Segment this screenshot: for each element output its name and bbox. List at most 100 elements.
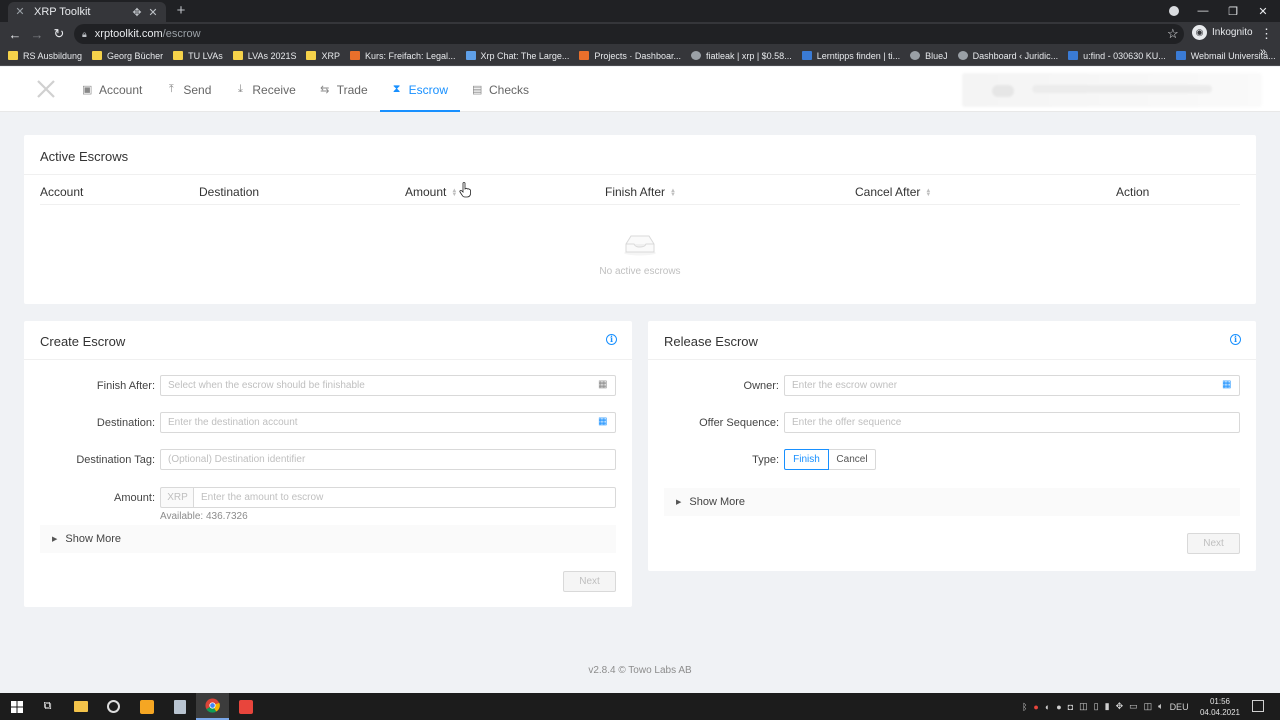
release-next-button[interactable]: Next	[1187, 533, 1240, 554]
browser-menu-icon[interactable]: ⋮	[1260, 26, 1273, 42]
bookmark-item[interactable]: TU LVAs	[173, 51, 223, 61]
nav-send[interactable]: ⤒ Send	[154, 67, 223, 112]
info-icon[interactable]: i	[606, 334, 617, 345]
nav-checks[interactable]: ▤ Checks	[460, 67, 541, 112]
tray-app-icon[interactable]: ◘	[1068, 702, 1073, 712]
empty-state-text: No active escrows	[599, 266, 681, 277]
xrp-toolkit-logo[interactable]	[36, 79, 56, 99]
taskbar-explorer[interactable]	[64, 693, 97, 720]
caret-right-icon: ▶	[676, 499, 682, 506]
minimize-icon[interactable]: —	[1188, 5, 1218, 17]
taskbar-app[interactable]	[229, 693, 262, 720]
bookmark-item[interactable]: Lerntipps finden | ti...	[801, 51, 900, 61]
type-finish-radio[interactable]: Finish	[784, 449, 829, 470]
column-finish-after[interactable]: Finish After ▲ ▼	[605, 185, 676, 199]
nav-receive[interactable]: ⤓ Receive	[223, 67, 307, 112]
forward-icon[interactable]: →	[26, 27, 48, 42]
caret-right-icon: ▶	[52, 536, 58, 543]
lock-icon[interactable]: 🔒︎	[82, 29, 87, 40]
site-icon	[1175, 51, 1186, 60]
column-amount[interactable]: Amount ▲ ▼	[405, 185, 457, 199]
bookmark-item[interactable]: Georg Bücher	[92, 51, 163, 61]
network-icon[interactable]: ◫	[1144, 701, 1153, 712]
microphone-icon[interactable]: ▮	[1105, 701, 1110, 712]
gitlab-icon	[579, 51, 590, 60]
taskbar-clock[interactable]: 01:56 04.04.2021	[1196, 696, 1244, 718]
bookmark-item[interactable]: XRP	[306, 51, 340, 61]
address-bar[interactable]: 🔒︎ xrptoolkit.com/escrow	[74, 24, 1184, 44]
bookmark-item[interactable]: fiatleak | xrp | $0.58...	[690, 51, 792, 61]
back-icon[interactable]: ←	[4, 27, 26, 42]
bookmark-item[interactable]: Dashboard ‹ Juridic...	[957, 51, 1058, 61]
incognito-profile-button[interactable]: ◉ Inkognito	[1192, 25, 1253, 40]
taskbar-app[interactable]	[163, 693, 196, 720]
qr-code-icon[interactable]: ▦	[1222, 379, 1231, 390]
nav-escrow[interactable]: ⧗ Escrow	[379, 67, 461, 112]
sort-icon[interactable]: ▲ ▼	[925, 188, 931, 198]
volume-icon[interactable]: 🔈︎	[1158, 701, 1163, 712]
new-tab-button[interactable]: +	[173, 3, 189, 19]
finish-after-datepicker[interactable]	[160, 375, 616, 396]
release-show-more[interactable]: ▶ Show More	[664, 488, 1240, 516]
restore-icon[interactable]: ❐	[1218, 5, 1248, 18]
amount-label: Amount:	[114, 492, 155, 504]
site-icon	[1068, 51, 1079, 60]
bookmark-star-icon[interactable]: ☆	[1167, 26, 1179, 42]
task-view-button[interactable]: ⧉	[31, 693, 64, 720]
amount-input[interactable]	[193, 487, 616, 508]
nav-trade[interactable]: ⇆ Trade	[308, 67, 380, 112]
tray-app-icon[interactable]: ◐	[1045, 702, 1050, 712]
media-indicator-icon[interactable]	[1169, 6, 1179, 16]
bluetooth-icon[interactable]: ᛒ	[1022, 702, 1027, 712]
bookmark-item[interactable]: Kurs: Freifach: Legal...	[349, 51, 456, 61]
tray-app-icon[interactable]: ●	[1033, 702, 1038, 712]
type-cancel-radio[interactable]: Cancel	[828, 449, 876, 470]
hourglass-icon: ⧗	[392, 83, 401, 95]
sort-icon[interactable]: ▲ ▼	[670, 188, 676, 198]
notifications-icon[interactable]	[1252, 700, 1264, 712]
column-cancel-after[interactable]: Cancel After ▲ ▼	[855, 185, 931, 199]
taskbar-app[interactable]	[130, 693, 163, 720]
type-label: Type:	[752, 454, 779, 466]
tray-app-icon[interactable]: ▭	[1129, 701, 1138, 712]
bookmark-item[interactable]: LVAs 2021S	[232, 51, 296, 61]
bookmark-item[interactable]: Xrp Chat: The Large...	[465, 51, 569, 61]
taskbar-chrome[interactable]	[196, 693, 229, 720]
info-icon[interactable]: i	[1230, 334, 1241, 345]
hand-cursor-icon	[459, 182, 471, 198]
folder-icon	[232, 51, 243, 60]
nav-account[interactable]: ▣ Account	[70, 67, 154, 112]
chrome-icon	[205, 698, 220, 713]
taskbar-app[interactable]	[97, 693, 130, 720]
offer-sequence-input[interactable]	[784, 412, 1240, 433]
account-summary-blurred[interactable]	[962, 73, 1262, 107]
destination-tag-input[interactable]	[160, 449, 616, 470]
tray-app-icon[interactable]: ◫	[1079, 701, 1088, 712]
tab-close-icon[interactable]: ✕	[146, 6, 160, 19]
tab-pin-icon[interactable]: ✥	[130, 6, 144, 19]
bookmark-item[interactable]: Projects · Dashboar...	[579, 51, 681, 61]
start-button[interactable]	[0, 693, 33, 720]
trade-icon: ⇆	[320, 84, 330, 96]
bookmark-item[interactable]: u:find - 030630 KU...	[1068, 51, 1166, 61]
card-divider	[24, 174, 1256, 175]
tray-app-icon[interactable]: ▯	[1094, 701, 1099, 712]
create-next-button[interactable]: Next	[563, 571, 616, 592]
language-indicator[interactable]: DEU	[1170, 702, 1189, 712]
table-header-divider	[40, 204, 1240, 205]
dropbox-icon[interactable]: ✥	[1116, 701, 1124, 712]
destination-input[interactable]	[160, 412, 616, 433]
more-bookmarks-icon[interactable]: »	[1260, 46, 1266, 58]
close-window-icon[interactable]: ✕	[1248, 5, 1278, 18]
owner-input[interactable]	[784, 375, 1240, 396]
tray-app-icon[interactable]: ●	[1056, 702, 1061, 712]
reload-icon[interactable]: ↻	[48, 26, 70, 42]
bookmark-item[interactable]: BlueJ	[910, 51, 948, 61]
browser-tab[interactable]: ✕ XRP Toolkit ✥ ✕	[8, 2, 166, 22]
create-show-more[interactable]: ▶ Show More	[40, 525, 616, 553]
qr-code-icon[interactable]: ▦	[598, 416, 607, 427]
bookmark-item[interactable]: RS Ausbildung	[8, 51, 82, 61]
sort-icon[interactable]: ▲ ▼	[451, 188, 457, 198]
calendar-icon[interactable]: ▦	[598, 379, 607, 390]
site-icon	[690, 51, 701, 60]
